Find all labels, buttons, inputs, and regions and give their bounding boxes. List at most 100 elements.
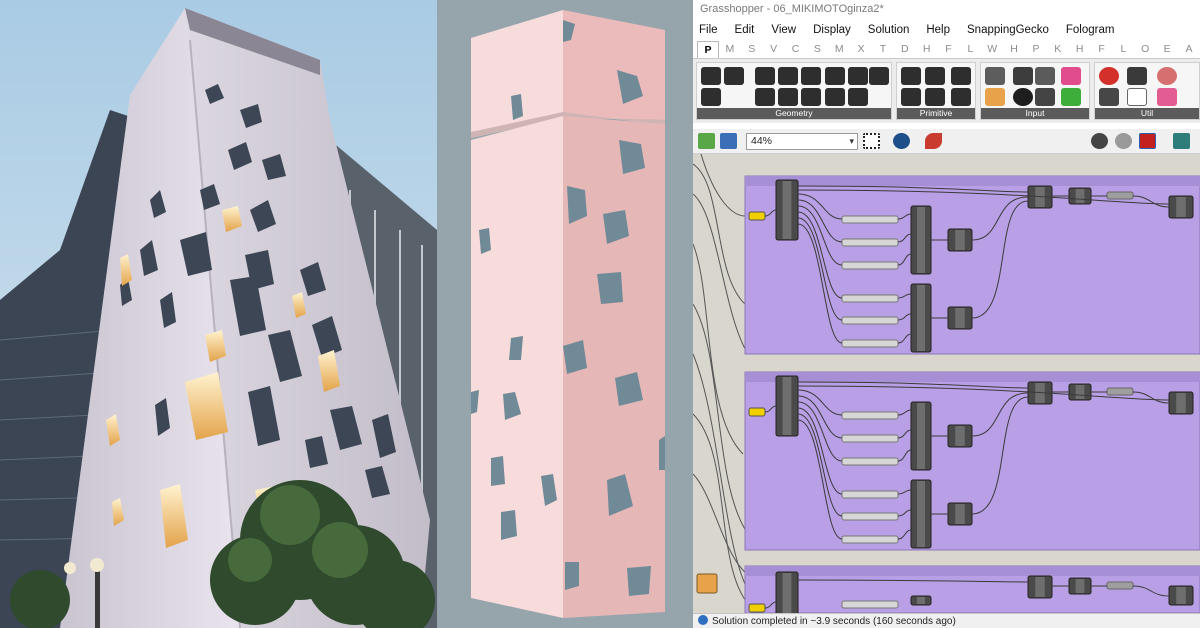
tab-mesh[interactable]: M <box>828 43 850 55</box>
tab-maths[interactable]: M <box>719 43 741 55</box>
tab-p[interactable]: P <box>1025 43 1047 55</box>
zoom-extents-icon[interactable] <box>863 133 880 149</box>
number-param[interactable] <box>841 535 899 544</box>
tab-vector[interactable]: V <box>763 43 785 55</box>
tab-k[interactable]: K <box>1047 43 1069 55</box>
button-icon[interactable] <box>1013 88 1033 106</box>
tab-display[interactable]: D <box>894 43 916 55</box>
open-file-icon[interactable] <box>698 133 715 149</box>
tab-intersect[interactable]: X <box>850 43 872 55</box>
menu-display[interactable]: Display <box>813 24 851 36</box>
menu-fologram[interactable]: Fologram <box>1066 24 1115 36</box>
tab-o[interactable]: O <box>1134 43 1156 55</box>
component-body <box>917 481 925 547</box>
integer-param-icon[interactable] <box>925 67 945 85</box>
point-param-icon[interactable] <box>701 67 721 85</box>
tab-h-2[interactable]: H <box>1003 43 1025 55</box>
menu-solution[interactable]: Solution <box>868 24 910 36</box>
mesh-param-icon[interactable] <box>848 67 868 85</box>
download-icon[interactable] <box>985 67 1005 85</box>
wire <box>797 223 843 344</box>
tab-l-2[interactable]: L <box>1112 43 1134 55</box>
save-file-icon[interactable] <box>720 133 737 149</box>
sketch-brush-icon[interactable] <box>925 133 942 149</box>
vector-param-icon[interactable] <box>724 67 744 85</box>
menu-view[interactable]: View <box>771 24 796 36</box>
menu-file[interactable]: File <box>699 24 718 36</box>
number-param[interactable] <box>841 411 899 420</box>
geometry-param-icon[interactable] <box>825 88 845 106</box>
data-output-icon[interactable] <box>1127 67 1147 85</box>
gradient-thumbnail[interactable] <box>696 573 718 594</box>
relay-node[interactable] <box>1106 387 1134 396</box>
relay-node[interactable] <box>1106 581 1134 590</box>
gradient-icon[interactable] <box>985 88 1005 106</box>
tab-params[interactable]: P <box>697 40 719 58</box>
tab-f-2[interactable]: F <box>1091 43 1113 55</box>
number-param[interactable] <box>841 434 899 443</box>
cherries-icon[interactable] <box>1099 67 1119 85</box>
graph-icon[interactable] <box>1035 67 1055 85</box>
number-param[interactable] <box>841 294 899 303</box>
preview-shaded-icon[interactable] <box>1091 133 1108 149</box>
arrow-outline-icon[interactable] <box>1127 88 1147 106</box>
tree-icon[interactable] <box>1099 88 1119 106</box>
value-list-icon[interactable] <box>1035 88 1055 106</box>
number-param[interactable] <box>841 600 899 609</box>
boolean-toggle[interactable] <box>748 603 766 613</box>
rectangle-param-icon[interactable] <box>778 88 798 106</box>
line-param-icon[interactable] <box>755 88 775 106</box>
tab-l[interactable]: L <box>959 43 981 55</box>
number-param[interactable] <box>841 238 899 247</box>
surface-param-icon[interactable] <box>869 67 889 85</box>
tab-a[interactable]: A <box>1178 43 1200 55</box>
preview-selected-icon[interactable] <box>1139 133 1156 149</box>
grasshopper-canvas[interactable] <box>693 154 1200 613</box>
color-swatch-icon[interactable] <box>1061 67 1081 85</box>
number-param[interactable] <box>841 512 899 521</box>
toggle-icon[interactable] <box>1013 67 1033 85</box>
menu-snappinggecko[interactable]: SnappingGecko <box>967 24 1049 36</box>
tab-w[interactable]: W <box>981 43 1003 55</box>
flask-icon[interactable] <box>1157 88 1177 106</box>
recorder-icon[interactable] <box>1157 67 1177 85</box>
number-param-icon[interactable] <box>951 67 971 85</box>
menu-help[interactable]: Help <box>926 24 950 36</box>
brep-param-icon[interactable] <box>825 67 845 85</box>
image-sampler-icon[interactable] <box>1061 88 1081 106</box>
preview-eye-icon[interactable] <box>893 133 910 149</box>
digit-param-icon[interactable] <box>901 88 921 106</box>
boolean-toggle[interactable] <box>748 407 766 417</box>
tab-transform[interactable]: T <box>872 43 894 55</box>
status-bar: Solution completed in ~3.9 seconds (160 … <box>693 613 1200 628</box>
number-param[interactable] <box>841 339 899 348</box>
text-param-icon[interactable] <box>925 88 945 106</box>
number-param[interactable] <box>841 316 899 325</box>
number-param[interactable] <box>841 261 899 270</box>
tab-curve[interactable]: C <box>785 43 807 55</box>
number-param[interactable] <box>841 457 899 466</box>
boolean-toggle[interactable] <box>748 211 766 221</box>
preview-wireframe-icon[interactable] <box>1115 133 1132 149</box>
curve-param-icon[interactable] <box>801 67 821 85</box>
circle-param-icon[interactable] <box>755 67 775 85</box>
number-param[interactable] <box>841 215 899 224</box>
tab-surface[interactable]: S <box>806 43 828 55</box>
zoom-dropdown[interactable]: 44% ▾ <box>746 133 858 150</box>
menu-edit[interactable]: Edit <box>735 24 755 36</box>
domain-param-icon[interactable] <box>951 88 971 106</box>
tab-h-3[interactable]: H <box>1069 43 1091 55</box>
tab-sets[interactable]: S <box>741 43 763 55</box>
tab-f[interactable]: F <box>938 43 960 55</box>
field-param-icon[interactable] <box>848 88 868 106</box>
component-body <box>955 230 965 250</box>
relay-node[interactable] <box>1106 191 1134 200</box>
arc-param-icon[interactable] <box>778 67 798 85</box>
box-param-icon[interactable] <box>801 88 821 106</box>
bake-icon[interactable] <box>1173 133 1190 149</box>
tab-e[interactable]: E <box>1156 43 1178 55</box>
tab-h[interactable]: H <box>916 43 938 55</box>
plane-param-icon[interactable] <box>701 88 721 106</box>
number-param[interactable] <box>841 490 899 499</box>
boolean-param-icon[interactable] <box>901 67 921 85</box>
